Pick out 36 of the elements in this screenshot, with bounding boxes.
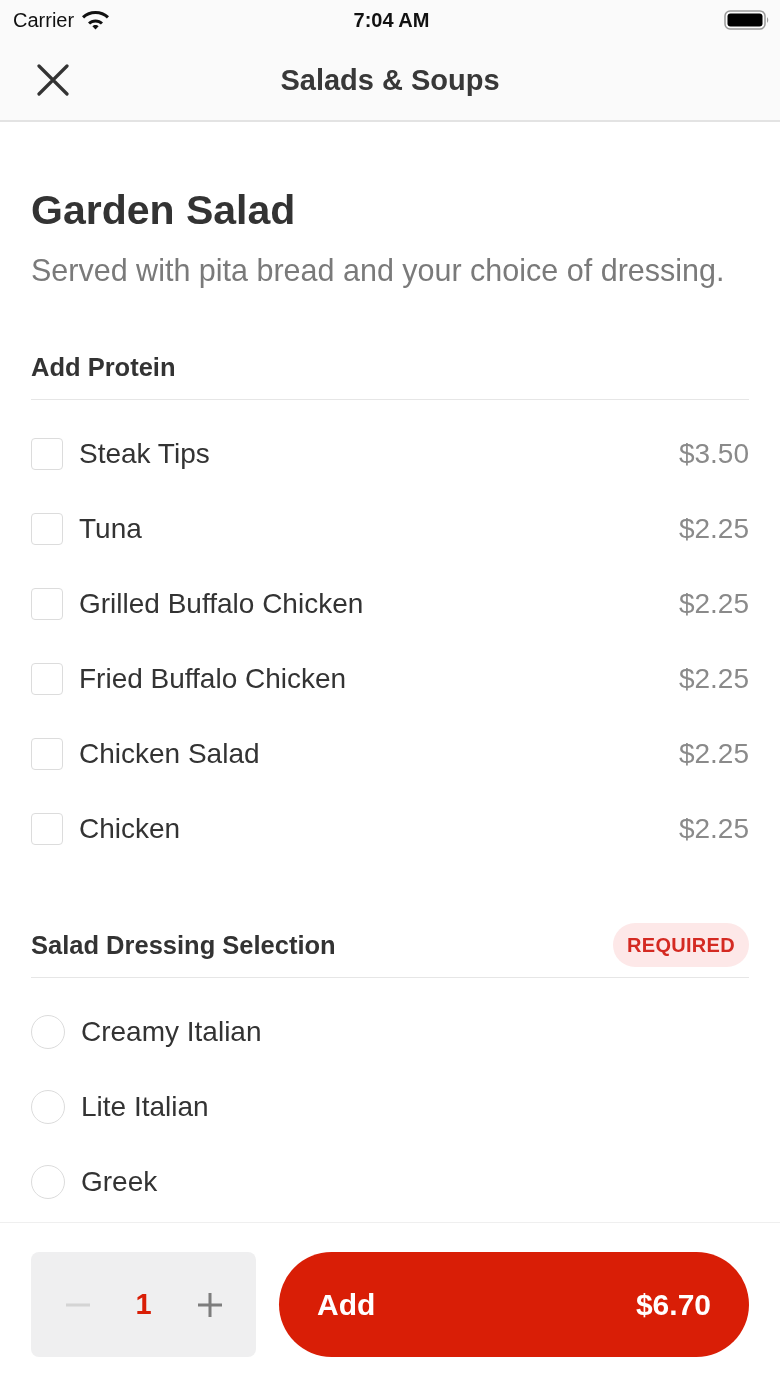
checkbox[interactable]: [31, 662, 63, 695]
option-price: $2.25: [678, 737, 749, 770]
minus-icon: [65, 1302, 90, 1307]
carrier-label: Carrier: [13, 8, 75, 32]
option-label: Creamy Italian: [81, 1015, 263, 1048]
option-label: Chicken: [79, 812, 182, 845]
option-price: $2.25: [678, 662, 749, 695]
checkbox[interactable]: [31, 737, 63, 770]
wifi-icon: [82, 10, 110, 30]
checkbox[interactable]: [31, 587, 63, 620]
option-label: Greek: [81, 1165, 159, 1198]
section-title: Salad Dressing Selection: [31, 930, 336, 960]
option-label: Steak Tips: [79, 437, 211, 470]
option-price: $3.50: [678, 437, 749, 470]
checkbox[interactable]: [31, 512, 63, 545]
item-title: Garden Salad: [31, 186, 297, 235]
item-description: Served with pita bread and your choice of dressing.: [31, 252, 726, 288]
battery-icon: [724, 10, 770, 30]
option-price: $2.25: [678, 587, 749, 620]
required-badge: REQUIRED: [613, 923, 749, 967]
plus-icon: [197, 1292, 222, 1317]
close-icon: [37, 64, 69, 96]
option-label: Grilled Buffalo Chicken: [79, 587, 365, 620]
checkbox[interactable]: [31, 812, 63, 845]
option-label: Fried Buffalo Chicken: [79, 662, 348, 695]
nav-title: Salads & Soups: [280, 63, 500, 97]
option-label: Tuna: [79, 512, 143, 545]
quantity-value: 1: [134, 1288, 153, 1321]
section-title: Add Protein: [31, 352, 176, 382]
add-to-order-button[interactable]: Add $6.70: [279, 1252, 749, 1357]
option-label: Lite Italian: [81, 1090, 210, 1123]
checkbox[interactable]: [31, 437, 63, 470]
option-price: $2.25: [678, 512, 749, 545]
option-price: $2.25: [678, 812, 749, 845]
option-label: Chicken Salad: [79, 737, 261, 770]
status-time: 7:04 AM: [353, 8, 430, 32]
